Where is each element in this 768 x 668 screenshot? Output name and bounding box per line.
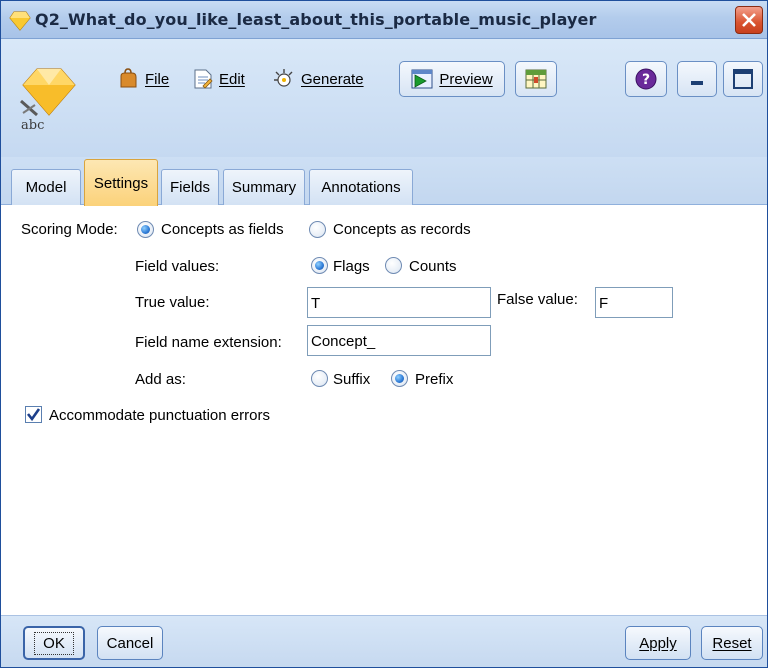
tab-settings[interactable]: Settings xyxy=(84,159,158,206)
tab-strip: Model Settings Fields Summary Annotation… xyxy=(1,157,767,206)
tab-fields-label: Fields xyxy=(169,179,210,196)
concepts-as-fields-label[interactable]: Concepts as fields xyxy=(161,221,284,238)
generate-menu[interactable]: Generate xyxy=(273,66,364,92)
tab-annotations[interactable]: Annotations xyxy=(309,169,413,205)
edit-document-icon xyxy=(194,69,213,89)
tab-model[interactable]: Model xyxy=(11,169,81,205)
maximize-button[interactable] xyxy=(723,61,763,97)
file-menu-label: File xyxy=(145,70,170,88)
text-mining-node-icon: abc xyxy=(17,67,83,133)
scoring-mode-concepts-as-fields-radio[interactable] xyxy=(137,221,154,238)
edit-menu[interactable]: Edit xyxy=(193,66,245,92)
apply-button[interactable]: Apply xyxy=(625,626,691,660)
file-bag-icon xyxy=(120,68,137,88)
tab-settings-label: Settings xyxy=(93,174,149,192)
node-header: abc File Edit Generate Preview ? xyxy=(1,39,767,157)
settings-panel: Scoring Mode: Concepts as fields Concept… xyxy=(1,205,767,615)
scoring-mode-label: Scoring Mode: xyxy=(21,221,118,238)
tab-fields[interactable]: Fields xyxy=(161,169,219,205)
close-button[interactable] xyxy=(735,6,763,34)
help-question-icon: ? xyxy=(635,68,657,90)
cancel-button-label: Cancel xyxy=(106,634,154,652)
apply-button-label: Apply xyxy=(639,634,677,652)
scoring-mode-concepts-as-records-radio[interactable] xyxy=(309,221,326,238)
tab-summary[interactable]: Summary xyxy=(223,169,305,205)
output-table-button[interactable] xyxy=(515,61,557,97)
close-icon xyxy=(742,13,756,27)
preview-button[interactable]: Preview xyxy=(399,61,505,97)
svg-text:?: ? xyxy=(642,72,650,88)
ok-button[interactable]: OK xyxy=(23,626,85,660)
preview-button-label: Preview xyxy=(439,70,493,88)
dialog-footer: OK Cancel Apply Reset xyxy=(1,615,767,667)
counts-label[interactable]: Counts xyxy=(409,258,457,275)
window-title: Q2_What_do_you_like_least_about_this_por… xyxy=(35,10,597,29)
generate-sparkle-icon xyxy=(274,69,293,87)
true-value-label: True value: xyxy=(135,294,210,311)
minimize-icon xyxy=(691,81,703,85)
preview-play-icon xyxy=(411,69,433,89)
cancel-button[interactable]: Cancel xyxy=(97,626,163,660)
flags-label[interactable]: Flags xyxy=(333,258,370,275)
file-menu[interactable]: File xyxy=(117,66,169,92)
title-bar[interactable]: Q2_What_do_you_like_least_about_this_por… xyxy=(1,1,767,39)
accommodate-punctuation-checkbox[interactable] xyxy=(25,406,42,423)
tab-annotations-label: Annotations xyxy=(321,179,401,196)
checkmark-icon xyxy=(26,408,41,422)
table-output-icon xyxy=(525,69,547,89)
concepts-as-records-label[interactable]: Concepts as records xyxy=(333,221,471,238)
dialog-window: Q2_What_do_you_like_least_about_this_por… xyxy=(0,0,768,668)
edit-menu-label: Edit xyxy=(219,70,245,88)
field-values-flags-radio[interactable] xyxy=(311,257,328,274)
reset-button-label: Reset xyxy=(712,634,752,652)
help-button[interactable]: ? xyxy=(625,61,667,97)
field-name-extension-label: Field name extension: xyxy=(135,334,282,351)
false-value-input[interactable]: F xyxy=(595,287,673,318)
add-as-label: Add as: xyxy=(135,371,186,388)
field-name-extension-input[interactable]: Concept_ xyxy=(307,325,491,356)
true-value-input[interactable]: T xyxy=(307,287,491,318)
reset-button[interactable]: Reset xyxy=(701,626,763,660)
field-values-counts-radio[interactable] xyxy=(385,257,402,274)
false-value-label: False value: xyxy=(497,291,578,308)
ok-button-label: OK xyxy=(34,631,74,655)
tab-model-label: Model xyxy=(25,179,67,196)
field-values-label: Field values: xyxy=(135,258,220,275)
maximize-icon xyxy=(733,69,753,89)
svg-text:abc: abc xyxy=(21,118,44,133)
tab-summary-label: Summary xyxy=(231,179,297,196)
add-as-prefix-radio[interactable] xyxy=(391,370,408,387)
minimize-button[interactable] xyxy=(677,61,717,97)
accommodate-punctuation-label[interactable]: Accommodate punctuation errors xyxy=(49,407,270,424)
prefix-label[interactable]: Prefix xyxy=(415,371,453,388)
suffix-label[interactable]: Suffix xyxy=(333,371,370,388)
generate-menu-label: Generate xyxy=(301,70,364,88)
add-as-suffix-radio[interactable] xyxy=(311,370,328,387)
node-diamond-icon xyxy=(9,10,31,32)
